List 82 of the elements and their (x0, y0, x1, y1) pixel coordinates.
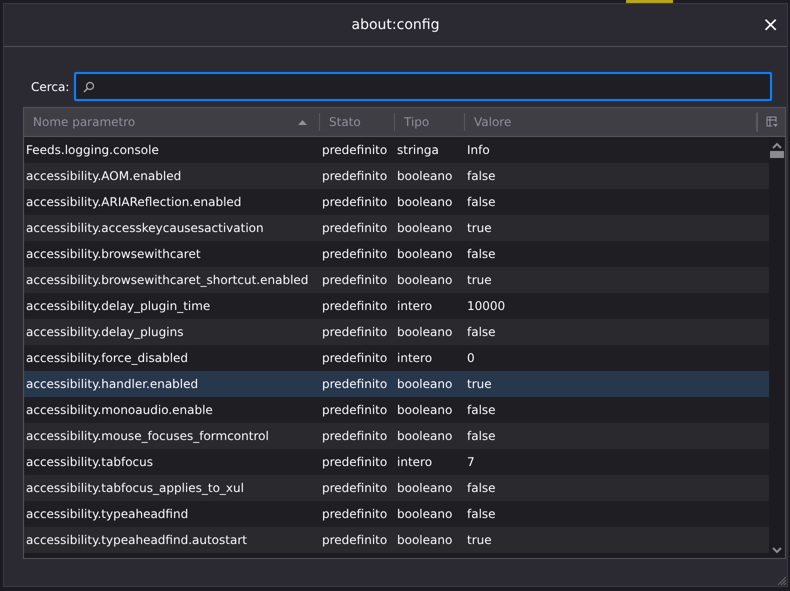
table-cell-text: 10000 (466, 299, 506, 313)
table-cell-text: predefinito (321, 533, 388, 547)
table-cell-text: accessibility.tabfocus (25, 455, 154, 469)
table-cell-text: predefinito (321, 455, 388, 469)
table-cell-text: stringa (396, 143, 440, 157)
table-cell-text: accessibility.typeaheadfind (25, 507, 190, 521)
table-cell-text: predefinito (321, 273, 388, 287)
table-cell-text: false (466, 429, 497, 443)
table-cell-text: 7 (466, 455, 476, 469)
table-cell-text: predefinito (321, 221, 388, 235)
table-cell-text: accessibility.ARIAReflection.enabled (25, 195, 242, 209)
table-cell-text: booleano (396, 247, 454, 261)
table-cell-text: Info (466, 143, 491, 157)
table-row[interactable]: accessibility.mouse_focuses_formcontrol predefinito booleano false (24, 423, 769, 449)
table-cell-text: predefinito (321, 403, 388, 417)
table-cell-text: booleano (396, 169, 454, 183)
table-cell-text: false (466, 481, 497, 495)
table-cell-text: false (466, 169, 497, 183)
table-cell-text: false (466, 195, 497, 209)
table-cell-text: booleano (396, 377, 454, 391)
table-cell-text: accessibility.delay_plugins (25, 325, 184, 339)
table-cell-text: true (466, 377, 493, 391)
table-cell-text: false (466, 507, 497, 521)
table-cell-text: accessibility.monoaudio.enable (25, 403, 214, 417)
table-row[interactable]: accessibility.tabfocus_applies_to_xul predefinito booleano false (24, 475, 769, 501)
table-cell-text: predefinito (321, 351, 388, 365)
table-cell-text: intero (396, 299, 434, 313)
table-cell-text: booleano (396, 507, 454, 521)
table-cell-text: predefinito (321, 195, 388, 209)
table-cell-text: predefinito (321, 481, 388, 495)
table-cell-text: false (466, 247, 497, 261)
search-icon (83, 80, 96, 92)
table-cell-text: booleano (396, 195, 454, 209)
table-cell-text: predefinito (321, 325, 388, 339)
table-cell-text: accessibility.browsewithcaret (25, 247, 202, 261)
resize-grip-icon[interactable] (776, 575, 786, 585)
scroll-up-icon[interactable] (772, 142, 782, 149)
table-row[interactable]: accessibility.handler.enabled predefinito booleano true (24, 371, 769, 397)
table-row[interactable]: accessibility.delay_plugins predefinito booleano false (24, 319, 769, 345)
table-cell-text: booleano (396, 221, 454, 235)
table-cell-text: accessibility.handler.enabled (25, 377, 200, 391)
table-cell-text: 0 (466, 351, 476, 365)
table-cell-text: Feeds.logging.console (25, 143, 160, 157)
table-cell-text: accessibility.typeaheadfind.autostart (25, 533, 248, 547)
table-cell-text: predefinito (321, 507, 388, 521)
table-cell-text: intero (396, 351, 434, 365)
table-cell-text: predefinito (321, 429, 388, 443)
table-cell-text: accessibility.tabfocus_applies_to_xul (25, 481, 245, 495)
scroll-down-icon[interactable] (772, 547, 782, 554)
table-cell-text: predefinito (321, 143, 388, 157)
table-cell-text: booleano (396, 273, 454, 287)
table-row[interactable]: accessibility.typeaheadfind.autostart predefinito booleano true (24, 527, 769, 553)
close-button[interactable]: × (760, 14, 781, 34)
table-cell-text: false (466, 325, 497, 339)
table-cell-text: false (466, 403, 497, 417)
table-cell-text: booleano (396, 325, 454, 339)
table-row[interactable]: accessibility.AOM.enabled predefinito booleano false (24, 163, 769, 189)
table-cell-text: true (466, 273, 493, 287)
table-cell-text: true (466, 221, 493, 235)
table-cell-text: predefinito (321, 169, 388, 183)
table-cell-text: true (466, 533, 493, 547)
table-row[interactable]: accessibility.accesskeycausesactivation predefinito booleano true (24, 215, 769, 241)
table-cell-text: booleano (396, 429, 454, 443)
window-title: about:config (352, 17, 440, 33)
table-cell-text: accessibility.AOM.enabled (25, 169, 182, 183)
table-cell-text: accessibility.mouse_focuses_formcontrol (25, 429, 270, 443)
search-label: Cerca: (31, 80, 70, 94)
column-picker-icon[interactable] (766, 116, 778, 128)
search-field[interactable] (74, 72, 772, 101)
table-cell-text: predefinito (321, 377, 388, 391)
table-cell-text: predefinito (321, 247, 388, 261)
table-cell-text: intero (396, 455, 434, 469)
table-cell-text: booleano (396, 533, 454, 547)
table-cell-text: predefinito (321, 299, 388, 313)
table-cell-text: booleano (396, 481, 454, 495)
table-cell-text: accessibility.accesskeycausesactivation (25, 221, 265, 235)
table-cell-text: accessibility.force_disabled (25, 351, 190, 365)
table-cell-text: accessibility.delay_plugin_time (25, 299, 212, 313)
table-cell-text: booleano (396, 403, 454, 417)
scroll-thumb[interactable] (770, 151, 784, 158)
table-row[interactable]: accessibility.browsewithcaret_shortcut.enabled predefinito booleano true (24, 267, 769, 293)
table-cell-text: accessibility.browsewithcaret_shortcut.enabled (25, 273, 310, 287)
